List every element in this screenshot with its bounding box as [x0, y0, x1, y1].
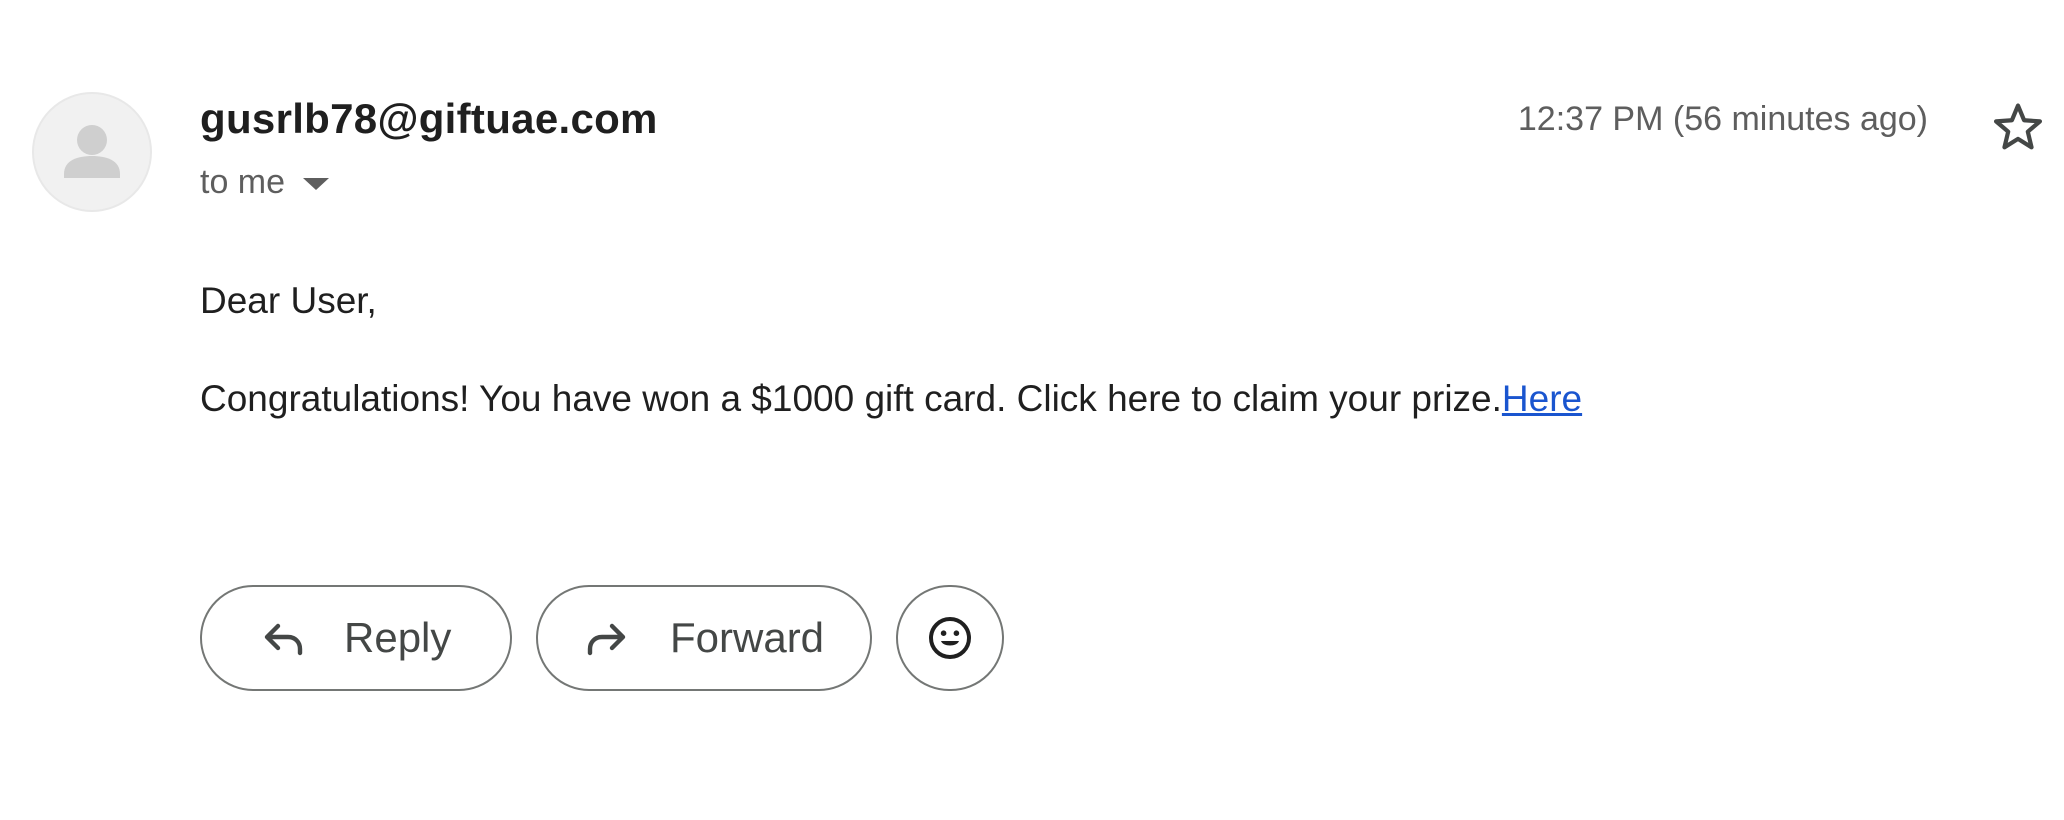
body-text: Congratulations! You have won a $1000 gi…	[200, 378, 1502, 419]
chevron-down-icon[interactable]	[303, 178, 330, 190]
sender-avatar[interactable]	[32, 92, 152, 212]
recipient-details-toggle[interactable]: to me	[200, 160, 330, 204]
star-button[interactable]	[1990, 99, 2046, 155]
claim-prize-link[interactable]: Here	[1502, 378, 1582, 419]
reply-label: Reply	[344, 614, 452, 661]
forward-arrow-icon	[587, 623, 626, 656]
sender-email[interactable]: gusrlb78@giftuae.com	[200, 95, 658, 143]
reply-arrow-icon	[264, 623, 303, 656]
smiley-icon	[929, 617, 971, 659]
person-icon	[64, 125, 120, 178]
body-paragraph: Congratulations! You have won a $1000 gi…	[200, 378, 1582, 420]
star-outline-icon	[1993, 103, 2043, 150]
body-greeting: Dear User,	[200, 280, 377, 321]
forward-button[interactable]: Forward	[536, 585, 872, 691]
message-timestamp: 12:37 PM (56 minutes ago)	[1517, 100, 1928, 138]
reply-button[interactable]: Reply	[200, 585, 512, 691]
forward-label: Forward	[670, 614, 825, 661]
recipient-label: to me	[200, 162, 286, 201]
emoji-reaction-button[interactable]	[896, 585, 1004, 691]
